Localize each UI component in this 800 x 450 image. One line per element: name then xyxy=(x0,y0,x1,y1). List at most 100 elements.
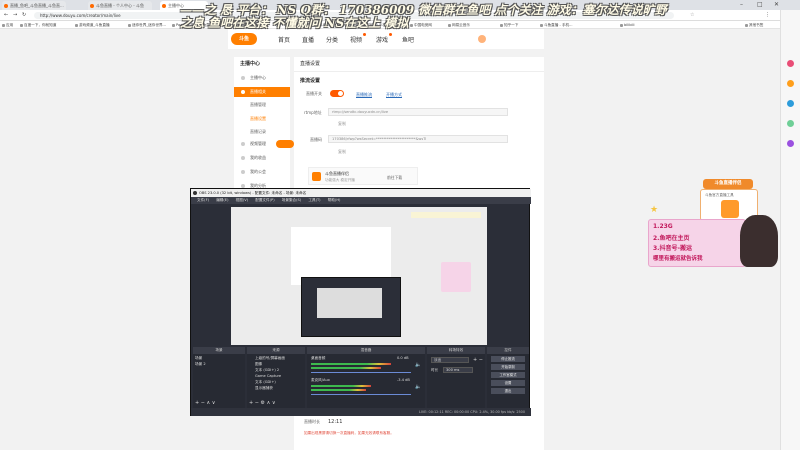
reload-icon[interactable]: ↻ xyxy=(22,12,26,18)
obs-titlebar: OBS 23.0.0 (32 bit, windows) - 配置文件: 未命名… xyxy=(191,189,531,197)
maximize-icon[interactable]: □ xyxy=(757,1,763,8)
back-icon[interactable]: ← xyxy=(4,12,8,18)
start-recording-button[interactable]: 开始录制 xyxy=(491,364,525,370)
add-source-icon[interactable]: + − ⚙ ∧ ∨ xyxy=(249,400,276,406)
menu-icon[interactable]: ⋮ xyxy=(765,12,770,18)
bookmark-item[interactable]: 斗鱼直播 - 手机... xyxy=(540,22,573,28)
promo-line: 哪里有搬运就告诉我 xyxy=(653,256,703,262)
nested-promo xyxy=(441,262,471,292)
transition-select[interactable]: 淡出 xyxy=(431,357,469,363)
extension-icon[interactable] xyxy=(787,140,794,147)
add-scene-icon[interactable]: + − ∧ ∨ xyxy=(195,400,215,406)
scene-item[interactable]: 场景 xyxy=(195,356,202,361)
copy-rtmp-button[interactable]: 复制 xyxy=(338,121,346,127)
bookmark-item[interactable]: 知乎一下 xyxy=(500,22,518,28)
source-item[interactable]: 文本 (GDI+) xyxy=(255,380,276,385)
nav-item[interactable]: 游戏 xyxy=(376,33,393,44)
speaker-icon[interactable]: 🔈 xyxy=(415,384,421,390)
obs-menu-item[interactable]: 视图(V) xyxy=(236,198,248,202)
copy-key-button[interactable]: 复制 xyxy=(338,149,346,155)
extension-icon[interactable] xyxy=(787,60,794,67)
obs-menu-item[interactable]: 配置文件(P) xyxy=(255,198,274,202)
link-push[interactable]: 直播推流 xyxy=(356,92,372,98)
browser-tabstrip: 直播_鱼吧_斗鱼直播_斗鱼直... 斗鱼直播 - 个人中心 - 斗鱼 主播中心 … xyxy=(0,0,800,10)
nav-item[interactable]: 鱼吧 xyxy=(402,35,414,44)
bookmark-item[interactable]: [已完成] 手机... xyxy=(360,22,389,28)
source-item[interactable]: 文本 (GDI+) 2 xyxy=(255,368,279,373)
browser-tab[interactable]: 斗鱼直播 - 个人中心 - 斗鱼 xyxy=(88,1,152,10)
minimize-icon[interactable]: – xyxy=(740,1,743,8)
extension-icon[interactable] xyxy=(787,80,794,87)
hint-bubble[interactable] xyxy=(276,140,294,148)
sidebar-subitem-active[interactable]: 直播设置 xyxy=(250,116,266,122)
nested-obs-preview xyxy=(317,288,382,318)
obs-menu-item[interactable]: 文件(F) xyxy=(197,198,209,202)
bookmark-item[interactable]: 游戏_斗鱼直播 xyxy=(186,22,213,28)
source-item[interactable]: 上级的号/屏幕画面 xyxy=(255,356,285,361)
link-method[interactable]: 开播方式 xyxy=(386,92,402,98)
rtmp-url-field[interactable]: rtmp://sendtc.douyucdn.cn/live xyxy=(328,108,508,116)
bookmark-item[interactable]: 其他书签 xyxy=(745,22,763,28)
home-icon xyxy=(241,76,245,80)
sidebar-subitem[interactable]: 直播记录 xyxy=(250,129,266,135)
companion-tool-card[interactable]: 斗鱼直播伴侣 功能强大 稳定开播 前往下载 xyxy=(308,167,418,185)
extension-icon[interactable] xyxy=(787,100,794,107)
source-item[interactable]: 图像 xyxy=(255,362,262,367)
sidebar-subitem[interactable]: 直播管理 xyxy=(250,102,266,108)
nav-item[interactable]: 首页 xyxy=(278,35,290,44)
add-transition-icon[interactable]: + − xyxy=(473,357,483,363)
avatar[interactable] xyxy=(478,35,486,43)
browser-tab-active[interactable]: 主播中心 xyxy=(160,1,208,10)
bookmark-item[interactable]: 迷你世界_迷你世界... xyxy=(128,22,166,28)
close-icon[interactable]: ✕ xyxy=(774,1,779,8)
bookmark-item[interactable]: DataFun数据科技... xyxy=(225,22,262,28)
duration-field[interactable]: 300 ms xyxy=(443,367,473,373)
settings-button[interactable]: 设置 xyxy=(491,380,525,386)
code-label: 直播码 xyxy=(310,137,322,142)
exit-button[interactable]: 退出 xyxy=(491,388,525,394)
url-input[interactable]: http://www.douyu.com/creator/main/live xyxy=(34,12,674,19)
douyu-header: 斗鱼 首页 直播 分类 视频 游戏 鱼吧 xyxy=(228,29,544,49)
obs-window[interactable]: OBS 23.0.0 (32 bit, windows) - 配置文件: 未命名… xyxy=(190,188,531,416)
bookmark-item[interactable]: 游戏频道_斗鱼直播 xyxy=(75,22,110,28)
studio-mode-button[interactable]: 工作室模式 xyxy=(491,372,525,378)
bookmark-item[interactable]: 中国电竞网 xyxy=(410,22,432,28)
nav-item[interactable]: 视频 xyxy=(350,33,367,44)
obs-menu-item[interactable]: 工具(T) xyxy=(308,198,320,202)
obs-preview[interactable] xyxy=(231,207,487,345)
star-icon[interactable]: ☆ xyxy=(690,12,694,18)
obs-menu-item[interactable]: 场景集合(S) xyxy=(282,198,301,202)
nav-item[interactable]: 分类 xyxy=(326,35,338,44)
bookmark-item[interactable]: bilibili xyxy=(620,22,635,28)
forward-icon[interactable]: → xyxy=(13,12,17,18)
bookmark-item[interactable]: 应用 xyxy=(2,22,13,28)
volume-slider[interactable] xyxy=(311,394,411,395)
scene-item[interactable]: 场景 2 xyxy=(195,362,206,367)
obs-menu-item[interactable]: 编辑(E) xyxy=(216,198,228,202)
sidebar-item-guild[interactable]: 我的公会 xyxy=(234,167,290,177)
extension-icon[interactable] xyxy=(787,120,794,127)
bookmark-item[interactable]: Pad xyxy=(172,22,183,28)
bookmark-item[interactable]: 百度一下，你就知道 xyxy=(20,22,56,28)
bookmark-item[interactable]: 网易云音乐 xyxy=(448,22,470,28)
live-toggle[interactable] xyxy=(330,90,344,97)
nav-item[interactable]: 直播 xyxy=(302,35,314,44)
download-button[interactable]: 前往下载 xyxy=(387,175,402,181)
douyu-logo[interactable]: 斗鱼 xyxy=(231,33,257,45)
browser-tab[interactable]: 直播_鱼吧_斗鱼直播_斗鱼直... xyxy=(2,1,66,10)
mixer-channel-label: 麦克风/Aux xyxy=(311,378,330,382)
nested-banner xyxy=(411,212,481,218)
obs-menu-item[interactable]: 帮助(H) xyxy=(328,198,341,202)
volume-slider[interactable] xyxy=(311,372,411,373)
speaker-icon[interactable]: 🔈 xyxy=(415,362,421,368)
sidebar-item-live[interactable]: 直播相关 xyxy=(234,87,290,97)
stream-key-field[interactable]: 170386/rfwp?wsSecret=*******************… xyxy=(328,135,508,143)
tab-label: 主播中心 xyxy=(168,3,184,8)
sidebar-item-income[interactable]: 我的收益 xyxy=(234,153,290,163)
sidebar-item-home[interactable]: 主播中心 xyxy=(234,73,290,83)
source-item[interactable]: 显示器捕获 xyxy=(255,386,273,391)
stop-streaming-button[interactable]: 停止推流 xyxy=(491,356,525,362)
bookmark-item[interactable]: 视频剪辑之家_斗鱼... xyxy=(292,22,330,28)
source-item[interactable]: Game Capture xyxy=(255,374,281,378)
duration-label: 直播时长 xyxy=(304,419,320,424)
